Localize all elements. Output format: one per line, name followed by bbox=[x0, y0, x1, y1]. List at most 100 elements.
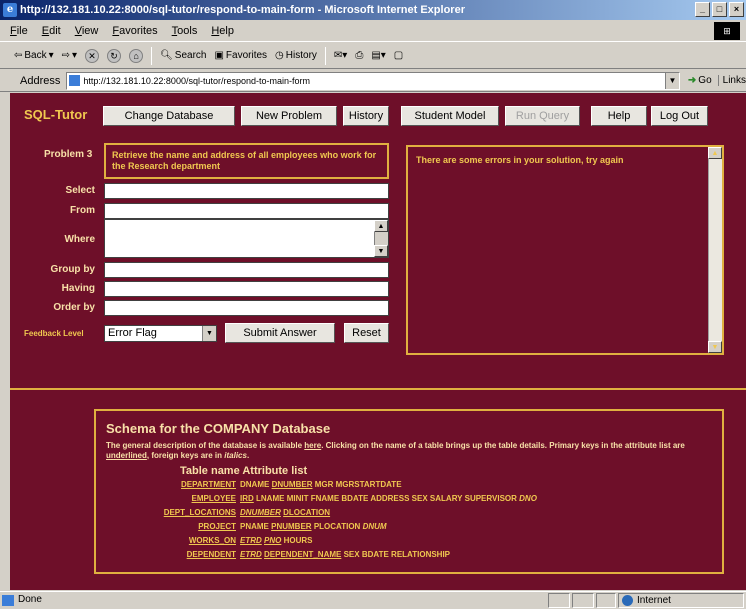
scroll-up-icon[interactable]: ▲ bbox=[374, 220, 388, 232]
select-input[interactable] bbox=[104, 183, 389, 199]
menu-favorites[interactable]: Favorites bbox=[112, 25, 157, 37]
search-button[interactable]: 🔍︎ Search bbox=[160, 50, 206, 61]
section-divider bbox=[10, 388, 746, 390]
go-arrow-icon: ➜ bbox=[687, 75, 697, 86]
maximize-button[interactable]: □ bbox=[712, 2, 727, 17]
history-icon: ◷ bbox=[275, 50, 284, 61]
zone-label: Internet bbox=[637, 595, 671, 606]
search-icon: 🔍︎ bbox=[160, 50, 173, 61]
dropdown-icon: ▾ bbox=[48, 50, 54, 61]
dropdown-icon: ▾ bbox=[72, 50, 78, 61]
scroll-up-icon[interactable]: ▲ bbox=[708, 147, 722, 159]
submit-answer-button[interactable]: Submit Answer bbox=[225, 323, 335, 343]
discuss-icon[interactable]: ▢ bbox=[394, 50, 403, 61]
menu-help[interactable]: Help bbox=[211, 25, 234, 37]
toolbar-separator bbox=[324, 46, 326, 65]
attribute-name: PNUMBER bbox=[271, 522, 312, 531]
scroll-down-icon[interactable]: ▼ bbox=[374, 245, 388, 257]
attribute-name: ADDRESS bbox=[370, 494, 410, 503]
status-text: Done bbox=[18, 594, 42, 605]
from-input[interactable] bbox=[104, 203, 389, 219]
table-name-link[interactable]: EMPLOYEE bbox=[192, 493, 236, 505]
desc-text: underlined bbox=[106, 451, 147, 460]
table-name-link[interactable]: WORKS_ON bbox=[189, 535, 236, 547]
print-icon[interactable]: ⎙ bbox=[355, 50, 363, 61]
log-out-button[interactable]: Log Out bbox=[651, 106, 708, 126]
where-textarea[interactable]: ▲ ▼ bbox=[104, 219, 389, 258]
toolbar-separator bbox=[151, 46, 153, 65]
feedback-scrollbar[interactable]: ▲ ▼ bbox=[708, 147, 722, 353]
page-icon bbox=[2, 595, 14, 606]
group-by-input[interactable] bbox=[104, 262, 389, 278]
where-scrollbar[interactable]: ▲ ▼ bbox=[374, 220, 388, 257]
desc-text: . Clicking on the name of a table brings… bbox=[321, 441, 685, 450]
order-by-label: Order by bbox=[53, 302, 95, 313]
attribute-name: PNO bbox=[264, 536, 282, 545]
minimize-button[interactable]: _ bbox=[695, 2, 710, 17]
schema-table-row: PROJECT bbox=[96, 521, 236, 533]
favorites-button[interactable]: ▣ Favorites bbox=[214, 50, 267, 61]
attribute-list: PNAME PNUMBER PLOCATION DNUM bbox=[240, 521, 387, 533]
address-url: http://132.181.10.22:8000/sql-tutor/resp… bbox=[83, 75, 310, 86]
menu-edit[interactable]: Edit bbox=[42, 25, 61, 37]
close-button[interactable]: × bbox=[729, 2, 744, 17]
attribute-name: MINIT bbox=[286, 494, 309, 503]
attribute-name: SUPERVISOR bbox=[464, 494, 517, 503]
links-button[interactable]: Links bbox=[717, 75, 746, 86]
attribute-name: DNAME bbox=[240, 480, 270, 489]
address-input[interactable]: http://132.181.10.22:8000/sql-tutor/resp… bbox=[66, 71, 680, 90]
desc-text: The general description of the database … bbox=[106, 441, 305, 450]
back-button[interactable]: ⇦ Back ▾ bbox=[14, 50, 54, 61]
edit-icon[interactable]: ▤▾ bbox=[371, 50, 385, 61]
attribute-name: FNAME bbox=[310, 494, 340, 503]
having-input[interactable] bbox=[104, 281, 389, 297]
table-name-link[interactable]: DEPARTMENT bbox=[181, 479, 236, 491]
change-database-button[interactable]: Change Database bbox=[103, 106, 235, 126]
menu-view[interactable]: View bbox=[75, 25, 99, 37]
forward-button[interactable]: ⇨ ▾ bbox=[62, 50, 77, 61]
feedback-level-select[interactable]: Error Flag ▼ bbox=[104, 325, 217, 342]
student-model-button[interactable]: Student Model bbox=[401, 106, 499, 126]
attribute-name: MGR bbox=[314, 480, 334, 489]
reset-button[interactable]: Reset bbox=[344, 323, 389, 343]
order-by-input[interactable] bbox=[104, 300, 389, 316]
attribute-name: SEX bbox=[411, 494, 428, 503]
home-icon[interactable]: ⌂ bbox=[129, 48, 144, 63]
desc-text: italics bbox=[224, 451, 247, 460]
attribute-name: MGRSTARTDATE bbox=[335, 480, 402, 489]
attribute-name: IRD bbox=[240, 494, 254, 503]
refresh-icon[interactable]: ↻ bbox=[107, 48, 122, 63]
attribute-list: DNUMBER DLOCATION bbox=[240, 507, 330, 519]
schema-table-row: DEPARTMENT bbox=[96, 479, 236, 491]
attribute-name: DNO bbox=[519, 494, 537, 503]
attribute-name: SEX bbox=[343, 550, 360, 559]
history-button[interactable]: ◷ History bbox=[275, 50, 317, 61]
scroll-down-icon[interactable]: ▼ bbox=[708, 341, 722, 353]
description-link[interactable]: here bbox=[304, 441, 321, 450]
search-label: Search bbox=[174, 50, 207, 61]
go-button[interactable]: ➜ Go bbox=[688, 75, 712, 86]
table-name-link[interactable]: DEPT_LOCATIONS bbox=[164, 507, 236, 519]
schema-table-row: DEPENDENT bbox=[96, 549, 236, 561]
mail-icon[interactable]: ✉▾ bbox=[334, 50, 347, 61]
run-query-button[interactable]: Run Query bbox=[505, 106, 580, 126]
title-bar: e http://132.181.10.22:8000/sql-tutor/re… bbox=[0, 0, 746, 20]
table-name-link[interactable]: DEPENDENT bbox=[187, 549, 236, 561]
status-bar: Done Internet bbox=[0, 591, 746, 609]
schema-table-header: Table name Attribute list bbox=[180, 465, 308, 477]
stop-icon[interactable]: ✕ bbox=[85, 48, 100, 63]
new-problem-button[interactable]: New Problem bbox=[241, 106, 337, 126]
table-name-link[interactable]: PROJECT bbox=[198, 521, 236, 533]
schema-description: The general description of the database … bbox=[106, 441, 716, 461]
favorites-icon: ▣ bbox=[214, 50, 224, 61]
status-panel bbox=[596, 593, 616, 608]
menu-tools[interactable]: Tools bbox=[172, 25, 198, 37]
help-button[interactable]: Help bbox=[591, 106, 647, 126]
attribute-name: BDATE bbox=[341, 494, 369, 503]
menu-file[interactable]: File bbox=[10, 25, 28, 37]
window-title: http://132.181.10.22:8000/sql-tutor/resp… bbox=[20, 4, 465, 16]
history-nav-button[interactable]: History bbox=[343, 106, 389, 126]
browser-window: e http://132.181.10.22:8000/sql-tutor/re… bbox=[0, 0, 746, 609]
select-label: Select bbox=[65, 185, 95, 196]
address-dropdown-icon[interactable]: ▼ bbox=[664, 72, 679, 89]
